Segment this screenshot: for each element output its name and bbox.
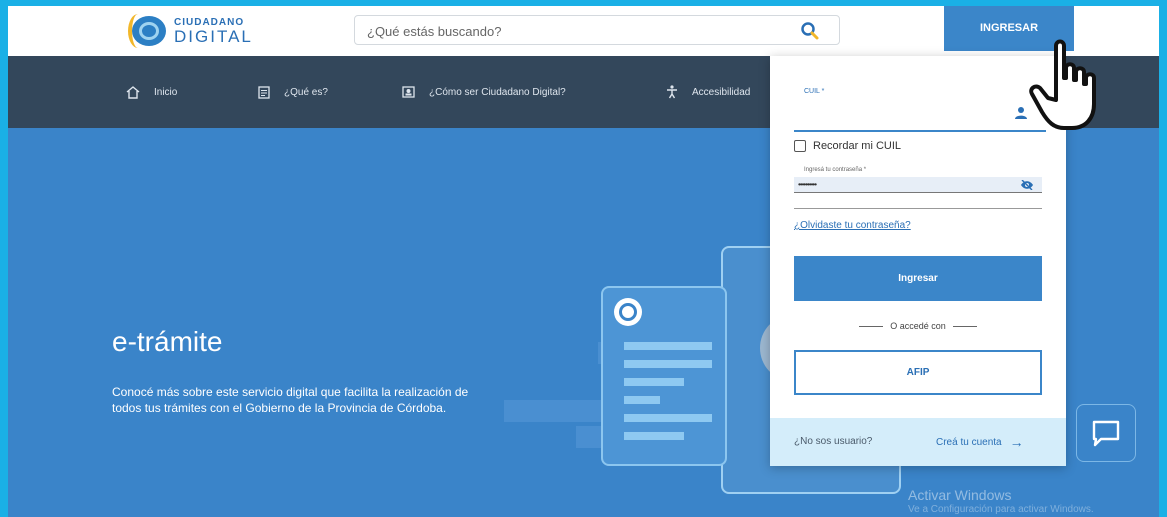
forgot-password-link[interactable]: ¿Olvidaste tu contraseña? <box>794 220 911 231</box>
login-dropdown-panel: CUIL * Recordar mi CUIL Ingresá tu contr… <box>770 56 1066 466</box>
document-icon <box>258 85 270 99</box>
nav-item-accesibilidad[interactable]: Accesibilidad <box>666 56 750 128</box>
search-input[interactable] <box>365 20 789 42</box>
separator-text: O accedé con <box>890 321 946 331</box>
site-logo[interactable]: CIUDADANO DIGITAL <box>128 14 262 50</box>
cuil-label: CUIL * <box>804 88 825 95</box>
nav-item-inicio[interactable]: Inicio <box>126 56 177 128</box>
hand-pointer-icon <box>1029 39 1096 130</box>
separator-line <box>859 325 884 327</box>
browser-viewport: CIUDADANO DIGITAL INGRESAR Inicio <box>8 6 1159 517</box>
divider <box>794 208 1042 209</box>
remember-cuil-label: Recordar mi CUIL <box>813 140 902 152</box>
checkbox-box[interactable] <box>794 140 806 152</box>
logo-mark-icon <box>128 14 166 48</box>
illustration-logo-icon <box>614 298 642 326</box>
illustration-line <box>624 414 712 422</box>
password-input[interactable]: •••••••••• <box>794 177 1042 193</box>
nav-item-que-es[interactable]: ¿Qué es? <box>258 56 328 128</box>
password-label: Ingresá tu contraseña * <box>804 167 867 173</box>
illustration-line <box>624 360 712 368</box>
cuil-input[interactable] <box>794 100 1046 132</box>
search-box <box>354 15 840 45</box>
home-icon <box>126 85 140 99</box>
arrow-right-icon: → <box>1009 434 1024 450</box>
nav-item-como-ser[interactable]: ¿Cómo ser Ciudadano Digital? <box>402 56 566 128</box>
hero-description: Conocé más sobre este servicio digital q… <box>112 385 469 415</box>
illustration-line <box>624 396 660 404</box>
remember-cuil-checkbox[interactable]: Recordar mi CUIL <box>794 140 901 152</box>
nav-label-que-es: ¿Qué es? <box>284 86 328 98</box>
create-account-link[interactable]: Creá tu cuenta → <box>936 434 1024 450</box>
nav-label-inicio: Inicio <box>154 86 178 98</box>
create-account-label: Creá tu cuenta <box>936 436 1002 448</box>
chat-button[interactable] <box>1076 404 1136 462</box>
illustration-band <box>504 400 614 422</box>
no-user-text: ¿No sos usuario? <box>794 436 873 447</box>
login-submit-button[interactable]: Ingresar <box>794 256 1042 301</box>
logo-text-bottom: DIGITAL <box>174 27 253 46</box>
windows-activation-title: Activar Windows <box>908 487 1012 503</box>
nav-label-como-ser: ¿Cómo ser Ciudadano Digital? <box>429 86 566 98</box>
alt-login-separator: O accedé con <box>794 321 1042 331</box>
nav-label-accesibilidad: Accesibilidad <box>692 86 751 98</box>
id-card-icon <box>402 86 415 98</box>
illustration-line <box>624 378 684 386</box>
chat-icon <box>1092 420 1120 447</box>
register-footer: ¿No sos usuario? Creá tu cuenta → <box>770 418 1066 466</box>
search-icon[interactable] <box>800 21 820 41</box>
illustration-line <box>624 342 712 350</box>
afip-login-button[interactable]: AFIP <box>794 350 1042 395</box>
hero-title: e-trámite <box>112 326 223 357</box>
site-header: CIUDADANO DIGITAL INGRESAR <box>8 6 1159 56</box>
separator-line <box>952 325 977 327</box>
windows-activation-subtitle: Ve a Configuración para activar Windows. <box>908 504 1094 515</box>
illustration-line <box>624 432 684 440</box>
eye-hidden-icon[interactable] <box>1020 180 1034 190</box>
accessibility-icon <box>667 85 677 99</box>
